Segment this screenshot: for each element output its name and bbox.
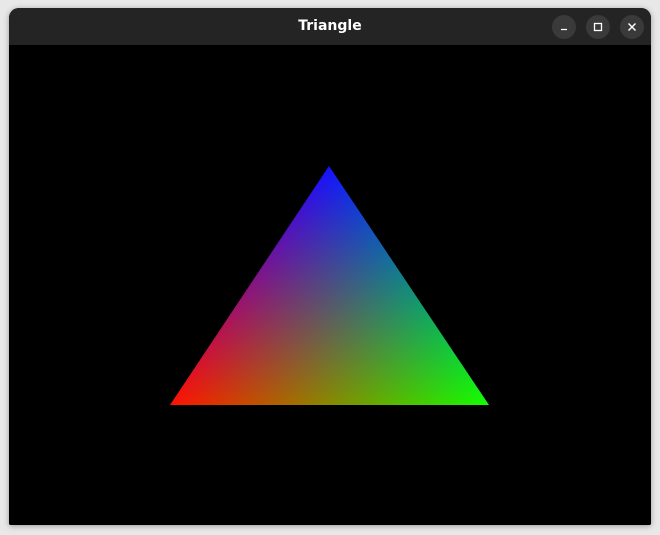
rgb-triangle-canvas [170, 166, 489, 405]
maximize-icon [593, 22, 603, 32]
close-button[interactable] [620, 15, 644, 39]
render-viewport [9, 45, 651, 525]
minimize-icon [559, 22, 569, 32]
maximize-button[interactable] [586, 15, 610, 39]
close-icon [627, 22, 637, 32]
blue-vertex-gradient [170, 166, 489, 405]
title-bar[interactable]: Triangle [9, 8, 651, 45]
app-window: Triangle [9, 8, 651, 525]
minimize-button[interactable] [552, 15, 576, 39]
